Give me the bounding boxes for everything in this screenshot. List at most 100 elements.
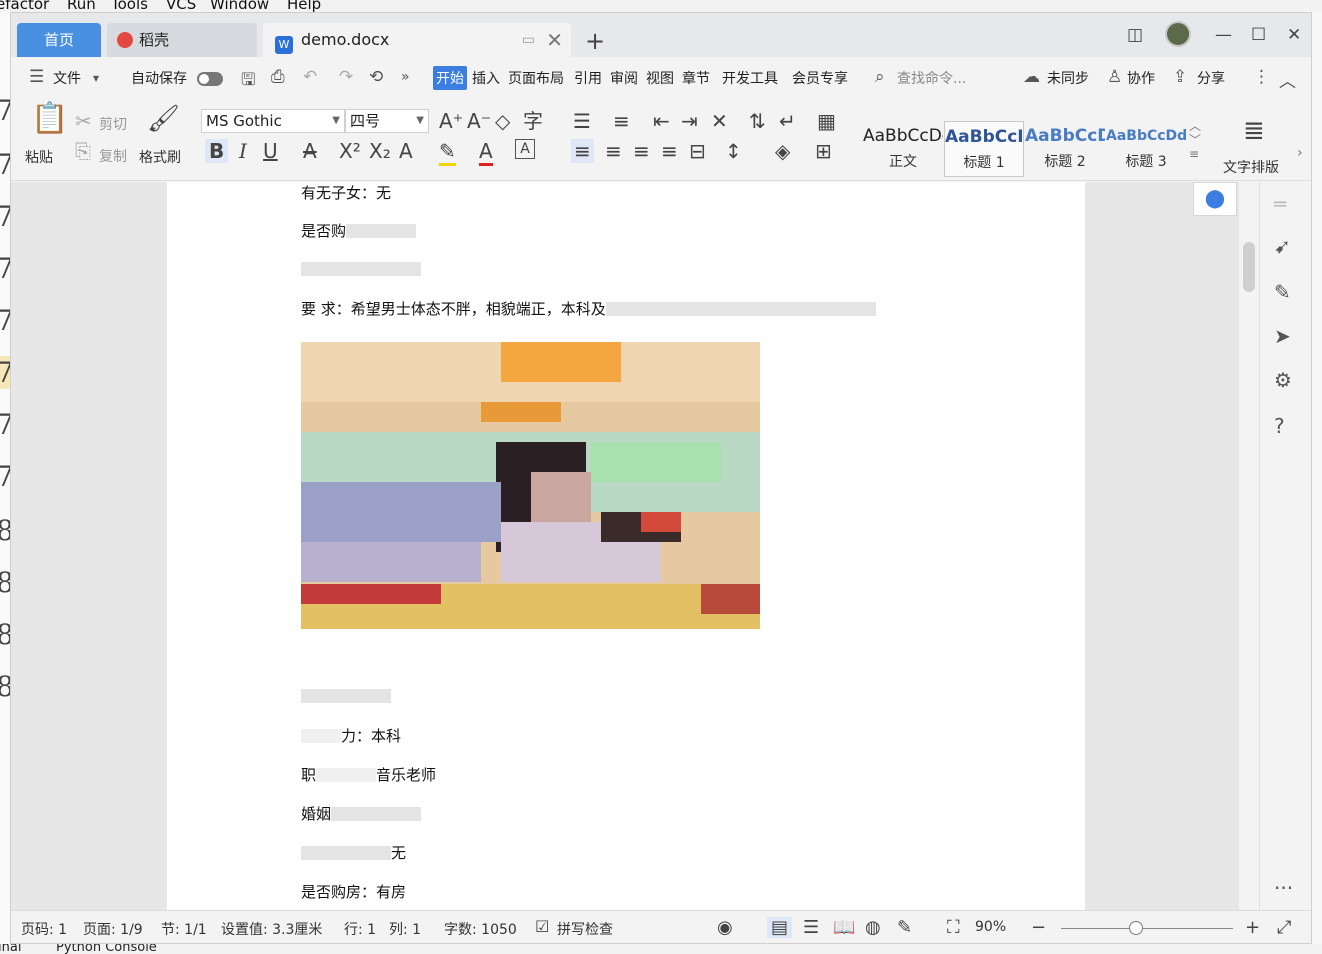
copy-button[interactable]: 复制 bbox=[99, 146, 127, 166]
clear-format-icon[interactable]: ◇ bbox=[495, 109, 510, 133]
ide-menu-window[interactable]: Window bbox=[210, 0, 269, 12]
zoom-slider[interactable] bbox=[1061, 921, 1233, 935]
bullet-list-icon[interactable]: ☰ bbox=[573, 109, 591, 133]
device-icon[interactable]: ▭ bbox=[522, 23, 535, 57]
font-family-select[interactable]: MS Gothic ▼ bbox=[201, 109, 345, 133]
numbered-list-icon[interactable]: ≡ bbox=[613, 109, 630, 133]
collapse-ribbon-icon[interactable]: ︿ bbox=[1279, 67, 1296, 92]
maximize-icon[interactable]: ☐ bbox=[1251, 25, 1266, 45]
font-size-select[interactable]: 四号 ▼ bbox=[345, 109, 429, 133]
fit-page-icon[interactable]: ⛶ bbox=[947, 917, 960, 938]
paste-button[interactable]: 粘贴 bbox=[25, 147, 53, 167]
ide-menu-run[interactable]: Run bbox=[67, 0, 96, 12]
window-layout-icon[interactable]: ◫ bbox=[1127, 25, 1143, 45]
menu-review[interactable]: 审阅 bbox=[610, 68, 638, 88]
chinese-layout-icon[interactable]: ✕ bbox=[711, 109, 728, 133]
share-button[interactable]: 分享 bbox=[1197, 68, 1225, 88]
new-tab-button[interactable]: + bbox=[585, 27, 605, 55]
collab-button[interactable]: 协作 bbox=[1127, 68, 1155, 88]
shrink-font-icon[interactable]: A⁻ bbox=[467, 109, 491, 133]
italic-icon[interactable]: I bbox=[239, 139, 247, 163]
outline-view-icon[interactable]: ☰ bbox=[803, 917, 819, 938]
sort-icon[interactable]: ⇅ bbox=[749, 109, 766, 133]
align-center-icon[interactable]: ≡ bbox=[605, 139, 622, 163]
write-view-icon[interactable]: ✎ bbox=[897, 917, 912, 938]
char-border-icon[interactable]: A bbox=[515, 139, 535, 159]
justify-icon[interactable]: ≡ bbox=[661, 139, 678, 163]
borders-icon[interactable]: ⊞ bbox=[815, 139, 832, 163]
avatar[interactable] bbox=[1165, 21, 1191, 47]
tab-document[interactable]: Wdemo.docx ▭ ✕ bbox=[263, 23, 571, 57]
ide-menu-help[interactable]: Help bbox=[287, 0, 321, 12]
style-heading-1[interactable]: AaBbCcI 标题 1 bbox=[944, 121, 1024, 177]
font-color-icon[interactable]: A bbox=[479, 139, 493, 166]
line-spacing-icon[interactable]: ↕ bbox=[725, 139, 742, 163]
zoom-out-icon[interactable]: − bbox=[1031, 917, 1046, 938]
autosave-toggle[interactable] bbox=[197, 72, 223, 86]
align-left-icon[interactable]: ≡ bbox=[571, 139, 594, 163]
increase-indent-icon[interactable]: ⇥ bbox=[681, 109, 698, 133]
format-icon[interactable]: ⟲ bbox=[369, 67, 383, 87]
cursor-icon[interactable]: ➤ bbox=[1274, 324, 1291, 348]
sync-status-button[interactable]: 未同步 bbox=[1047, 68, 1089, 88]
style-scroll-icon[interactable]: ︿ ﹀ ≡ bbox=[1189, 119, 1201, 161]
more-horizontal-icon[interactable]: ··· bbox=[1274, 876, 1293, 900]
eye-protection-icon[interactable]: ◉ bbox=[717, 917, 733, 938]
style-heading-3[interactable]: AaBbCcDd 标题 3 bbox=[1106, 121, 1186, 177]
chevron-down-icon[interactable]: ▾ bbox=[93, 71, 99, 85]
zoom-level-select[interactable]: 90% bbox=[975, 919, 1006, 935]
sliders-icon[interactable]: ⚙ bbox=[1274, 368, 1292, 392]
minimize-icon[interactable]: — bbox=[1215, 25, 1232, 45]
highlight-icon[interactable]: ✎ bbox=[439, 139, 456, 166]
web-view-icon[interactable]: ◍ bbox=[865, 917, 881, 938]
align-right-icon[interactable]: ≡ bbox=[633, 139, 650, 163]
ide-terminal-tab[interactable]: inal bbox=[0, 944, 21, 954]
superscript-icon[interactable]: X² bbox=[339, 139, 361, 163]
print-preview-icon[interactable]: ⎙ bbox=[271, 67, 285, 87]
menu-member[interactable]: 会员专享 bbox=[792, 68, 848, 88]
ide-menu-vcs[interactable]: VCS bbox=[166, 0, 196, 12]
menu-reference[interactable]: 引用 bbox=[574, 68, 602, 88]
ide-python-console-tab[interactable]: Python Console bbox=[56, 944, 157, 954]
text-effect-icon[interactable]: A bbox=[399, 139, 413, 163]
menu-start[interactable]: 开始 bbox=[433, 66, 467, 90]
ribbon-scroll-right-icon[interactable]: › bbox=[1297, 141, 1303, 165]
more-chevron-icon[interactable]: » bbox=[401, 69, 410, 85]
close-window-icon[interactable]: ✕ bbox=[1287, 25, 1301, 45]
read-view-icon[interactable]: 📖 bbox=[833, 917, 855, 938]
strikethrough-icon[interactable]: A bbox=[303, 139, 317, 163]
pen-icon[interactable]: ✎ bbox=[1274, 280, 1291, 304]
menu-insert[interactable]: 插入 bbox=[472, 68, 500, 88]
more-vertical-icon[interactable]: ⋮ bbox=[1253, 67, 1270, 87]
grow-font-icon[interactable]: A⁺ bbox=[439, 109, 463, 133]
page-view-icon[interactable]: ▤ bbox=[767, 917, 793, 938]
subscript-icon[interactable]: X₂ bbox=[369, 139, 391, 163]
text-layout-button[interactable]: 文字排版 bbox=[1223, 157, 1279, 177]
hamburger-icon[interactable]: ☰ bbox=[29, 67, 44, 87]
shading-icon[interactable]: ◈ bbox=[775, 139, 790, 163]
spellcheck-button[interactable]: 拼写检查 bbox=[557, 919, 613, 939]
show-marks-icon[interactable]: ↵ bbox=[779, 109, 796, 133]
decrease-indent-icon[interactable]: ⇤ bbox=[653, 109, 670, 133]
menu-view[interactable]: 视图 bbox=[646, 68, 674, 88]
style-normal[interactable]: AaBbCcDd 正文 bbox=[863, 121, 943, 177]
zoom-slider-knob[interactable] bbox=[1129, 921, 1143, 935]
close-tab-icon[interactable]: ✕ bbox=[546, 23, 563, 57]
menu-devtools[interactable]: 开发工具 bbox=[722, 68, 778, 88]
tab-home[interactable]: 首页 bbox=[17, 23, 101, 57]
redo-icon[interactable]: ↷ bbox=[339, 67, 353, 87]
document-page[interactable]: 有无子女：无 是否购 要 求：希望男士体态不胖，相貌端正，本科及 力：本科 职 … bbox=[167, 182, 1085, 910]
save-icon[interactable]: 🖫 bbox=[241, 67, 255, 96]
bold-icon[interactable]: B bbox=[205, 139, 229, 163]
underline-icon[interactable]: U bbox=[263, 139, 278, 163]
menu-chapter[interactable]: 章节 bbox=[682, 68, 710, 88]
fullscreen-icon[interactable]: ⤢ bbox=[1277, 917, 1291, 938]
undo-icon[interactable]: ↶ bbox=[303, 67, 317, 87]
command-search-input[interactable]: 查找命令... bbox=[897, 68, 966, 88]
distribute-icon[interactable]: ⊟ bbox=[689, 139, 706, 163]
location-pin-icon[interactable]: ⬤ bbox=[1193, 182, 1237, 216]
style-heading-2[interactable]: AaBbCcD 标题 2 bbox=[1025, 121, 1105, 177]
format-painter-button[interactable]: 格式刷 bbox=[139, 147, 181, 167]
help-icon[interactable]: ? bbox=[1274, 414, 1285, 438]
rocket-icon[interactable]: ➹ bbox=[1274, 234, 1291, 258]
